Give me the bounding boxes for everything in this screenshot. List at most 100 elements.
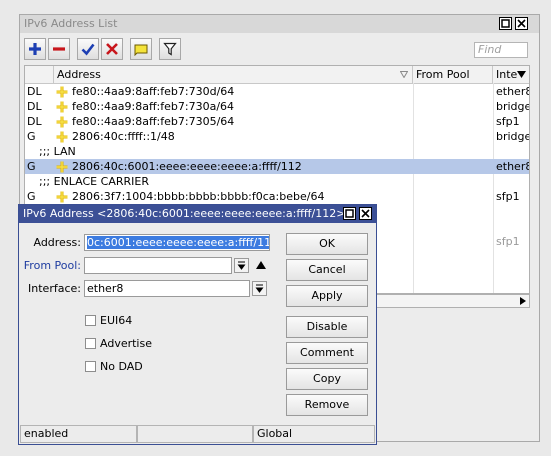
collapse-up-icon[interactable] — [256, 261, 266, 269]
status-middle — [137, 425, 253, 443]
interface-select[interactable]: ether8 — [84, 280, 250, 297]
row-from-pool-cell — [416, 84, 492, 99]
from-pool-select[interactable] — [84, 257, 232, 274]
maximize-icon[interactable] — [499, 17, 512, 30]
row-from-pool-cell — [416, 129, 492, 144]
disable-button[interactable] — [101, 38, 123, 60]
address-plus-icon — [56, 131, 68, 143]
enable-button[interactable] — [77, 38, 99, 60]
table-row-comment[interactable]: ;;; ENLACE CARRIER — [25, 174, 529, 189]
dialog-maximize-icon[interactable] — [343, 207, 356, 220]
add-button[interactable] — [24, 38, 46, 60]
disable-address-button[interactable]: Disable — [286, 316, 368, 338]
row-from-pool-cell — [416, 99, 492, 114]
row-comment-text: ;;; LAN — [39, 145, 76, 158]
row-address-cell: fe80::4aa9:8aff:feb7:730d/64 — [56, 84, 412, 99]
dropdown-arrow-icon — [255, 284, 264, 293]
row-address-cell: 2806:40c:ffff::1/48 — [56, 129, 412, 144]
row-address-text: 2806:3f7:1004:bbbb:bbbb:bbbb:f0ca:bebe/6… — [72, 190, 325, 203]
interface-label: Interface: — [28, 282, 81, 295]
filter-button[interactable] — [159, 38, 181, 60]
ok-button[interactable]: OK — [286, 233, 368, 255]
interface-dropdown-button[interactable] — [252, 281, 267, 296]
x-icon — [106, 43, 118, 55]
table-row[interactable]: DL fe80::4aa9:8aff:feb7:7305/64 sfp1 — [25, 114, 529, 129]
table-row[interactable]: G 2806:40c:6001:eeee:eeee:eeee:a:ffff/112… — [25, 159, 529, 174]
no-dad-label: No DAD — [100, 360, 143, 373]
find-input[interactable]: Find — [474, 42, 528, 58]
eui64-checkbox[interactable] — [85, 315, 96, 326]
table-row[interactable]: DL fe80::4aa9:8aff:feb7:730a/64 bridgei — [25, 99, 529, 114]
row-interface-cell: sfp1 — [496, 235, 520, 248]
remove-address-button[interactable]: Remove — [286, 394, 368, 416]
from-pool-dropdown-button[interactable] — [234, 258, 249, 273]
list-window-titlebar[interactable]: IPv6 Address List — [20, 15, 539, 33]
row-flags-cell: DL — [27, 85, 42, 98]
table-row[interactable]: G 2806:3f7:1004:bbbb:bbbb:bbbb:f0ca:bebe/… — [25, 189, 529, 204]
table-row[interactable]: G 2806:40c:ffff::1/48 bridgei — [25, 129, 529, 144]
cancel-button[interactable]: Cancel — [286, 259, 368, 281]
table-row-comment[interactable]: ;;; LAN — [25, 144, 529, 159]
column-header-address[interactable]: Address — [54, 66, 413, 83]
row-address-text: 2806:40c:ffff::1/48 — [72, 130, 175, 143]
address-plus-icon — [56, 161, 68, 173]
from-pool-label: From Pool: — [23, 259, 81, 272]
row-interface-cell: ether8 — [496, 85, 530, 98]
address-label: Address: — [33, 236, 81, 249]
address-plus-icon — [56, 116, 68, 128]
row-interface-cell: bridgei — [496, 130, 529, 143]
status-state: enabled — [20, 425, 137, 443]
row-address-text: 2806:40c:6001:eeee:eeee:eeee:a:ffff/112 — [72, 160, 302, 173]
row-flags-cell: DL — [27, 115, 42, 128]
row-address-cell: 2806:40c:6001:eeee:eeee:eeee:a:ffff/112 — [56, 159, 412, 174]
dialog-titlebar[interactable]: IPv6 Address <2806:40c:6001:eeee:eeee:ee… — [19, 205, 376, 223]
row-interface-cell: sfp1 — [496, 115, 520, 128]
dialog-title: IPv6 Address <2806:40c:6001:eeee:eeee:ee… — [23, 207, 346, 220]
apply-button[interactable]: Apply — [286, 285, 368, 307]
row-flags-cell: DL — [27, 100, 42, 113]
advertise-label: Advertise — [100, 337, 152, 350]
address-plus-icon — [56, 86, 68, 98]
address-input[interactable]: 0c:6001:eeee:eeee:eeee:a:ffff/112 — [84, 234, 270, 251]
row-address-text: fe80::4aa9:8aff:feb7:7305/64 — [72, 115, 235, 128]
comment-note-icon — [134, 44, 148, 56]
dialog-close-icon[interactable] — [359, 207, 372, 220]
advertise-checkbox[interactable] — [85, 338, 96, 349]
column-header-address-label: Address — [57, 68, 101, 81]
row-address-cell: fe80::4aa9:8aff:feb7:730a/64 — [56, 99, 412, 114]
row-comment-text: ;;; ENLACE CARRIER — [39, 175, 149, 188]
comment-address-button[interactable]: Comment — [286, 342, 368, 364]
column-chooser-icon[interactable] — [517, 71, 526, 78]
row-address-cell: 2806:3f7:1004:bbbb:bbbb:bbbb:f0ca:bebe/6… — [56, 189, 412, 204]
list-window-title: IPv6 Address List — [24, 17, 118, 30]
close-icon[interactable] — [515, 17, 528, 30]
row-interface-cell: bridgei — [496, 100, 529, 113]
column-header-flags[interactable] — [25, 66, 54, 83]
sort-indicator-icon — [400, 71, 408, 78]
row-address-text: fe80::4aa9:8aff:feb7:730a/64 — [72, 100, 235, 113]
row-interface-cell: sfp1 — [496, 190, 520, 203]
funnel-icon — [163, 42, 177, 56]
row-address-text: fe80::4aa9:8aff:feb7:730d/64 — [72, 85, 235, 98]
column-header-from-pool[interactable]: From Pool — [413, 66, 493, 83]
status-scope: Global — [253, 425, 375, 443]
copy-button[interactable]: Copy — [286, 368, 368, 390]
row-from-pool-cell — [416, 114, 492, 129]
eui64-label: EUI64 — [100, 314, 133, 327]
table-row[interactable]: DL fe80::4aa9:8aff:feb7:730d/64 ether8 — [25, 84, 529, 99]
dropdown-arrow-icon — [237, 261, 246, 270]
column-header-interface-label: Inte — [496, 68, 518, 81]
address-input-selected-text: 0c:6001:eeee:eeee:eeee:a:ffff/112 — [87, 236, 269, 249]
row-from-pool-cell — [416, 159, 492, 174]
row-from-pool-cell — [416, 189, 492, 204]
remove-button[interactable] — [48, 38, 70, 60]
row-interface-cell: ether8 — [496, 160, 530, 173]
address-plus-icon — [56, 191, 68, 203]
comment-button[interactable] — [130, 38, 152, 60]
ipv6-address-dialog: IPv6 Address <2806:40c:6001:eeee:eeee:ee… — [18, 204, 377, 445]
scroll-right-icon[interactable] — [520, 297, 526, 305]
no-dad-checkbox[interactable] — [85, 361, 96, 372]
minus-icon — [53, 47, 65, 51]
row-flags-cell: G — [27, 190, 36, 203]
row-address-cell: fe80::4aa9:8aff:feb7:7305/64 — [56, 114, 412, 129]
